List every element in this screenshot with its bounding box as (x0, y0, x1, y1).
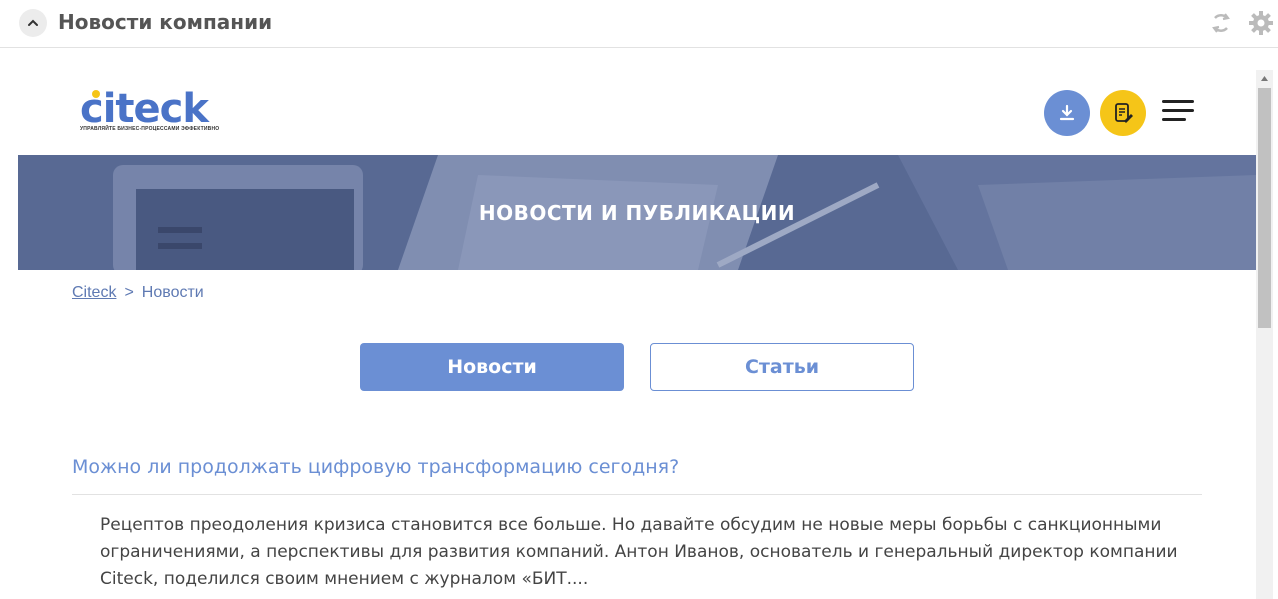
vertical-scrollbar[interactable] (1256, 70, 1273, 599)
download-icon (1059, 104, 1075, 121)
menu-line (1162, 118, 1186, 121)
tab-articles[interactable]: Статьи (650, 343, 914, 391)
breadcrumb-home-link[interactable]: Citeck (72, 284, 116, 301)
breadcrumb: Citeck > Новости (72, 284, 204, 302)
note-edit-icon (1115, 103, 1133, 123)
article-excerpt: Рецептов преодоления кризиса становится … (100, 515, 1178, 589)
hero-banner: НОВОСТИ И ПУБЛИКАЦИИ (18, 155, 1256, 270)
gear-icon[interactable] (1248, 10, 1274, 36)
logo-dot (92, 90, 100, 98)
chevron-up-icon (28, 19, 38, 26)
breadcrumb-separator: > (124, 284, 134, 301)
article-divider (72, 494, 1202, 495)
widget-header: Новости компании (0, 0, 1278, 48)
refresh-icon[interactable] (1208, 10, 1234, 36)
citeck-logo[interactable]: citeck УПРАВЛЯЙТЕ БИЗНЕС-ПРОЦЕССАМИ ЭФФЕ… (80, 86, 219, 136)
banner-title: НОВОСТИ И ПУБЛИКАЦИИ (478, 201, 796, 225)
note-button[interactable] (1100, 90, 1146, 136)
download-button[interactable] (1044, 90, 1090, 136)
scrollbar-thumb[interactable] (1258, 88, 1271, 328)
breadcrumb-current: Новости (141, 284, 204, 301)
tab-news[interactable]: Новости (360, 343, 624, 391)
widget-title: Новости компании (58, 10, 273, 34)
menu-line (1162, 100, 1194, 103)
menu-line (1162, 109, 1194, 112)
article-title-link[interactable]: Можно ли продолжать цифровую трансформац… (72, 456, 679, 478)
collapse-button[interactable] (19, 9, 47, 37)
scroll-up-arrow-icon[interactable] (1256, 70, 1273, 87)
hamburger-menu-icon[interactable] (1162, 100, 1194, 126)
logo-tagline: УПРАВЛЯЙТЕ БИЗНЕС-ПРОЦЕССАМИ ЭФФЕКТИВНО (80, 126, 220, 132)
news-frame: citeck УПРАВЛЯЙТЕ БИЗНЕС-ПРОЦЕССАМИ ЭФФЕ… (18, 70, 1256, 599)
